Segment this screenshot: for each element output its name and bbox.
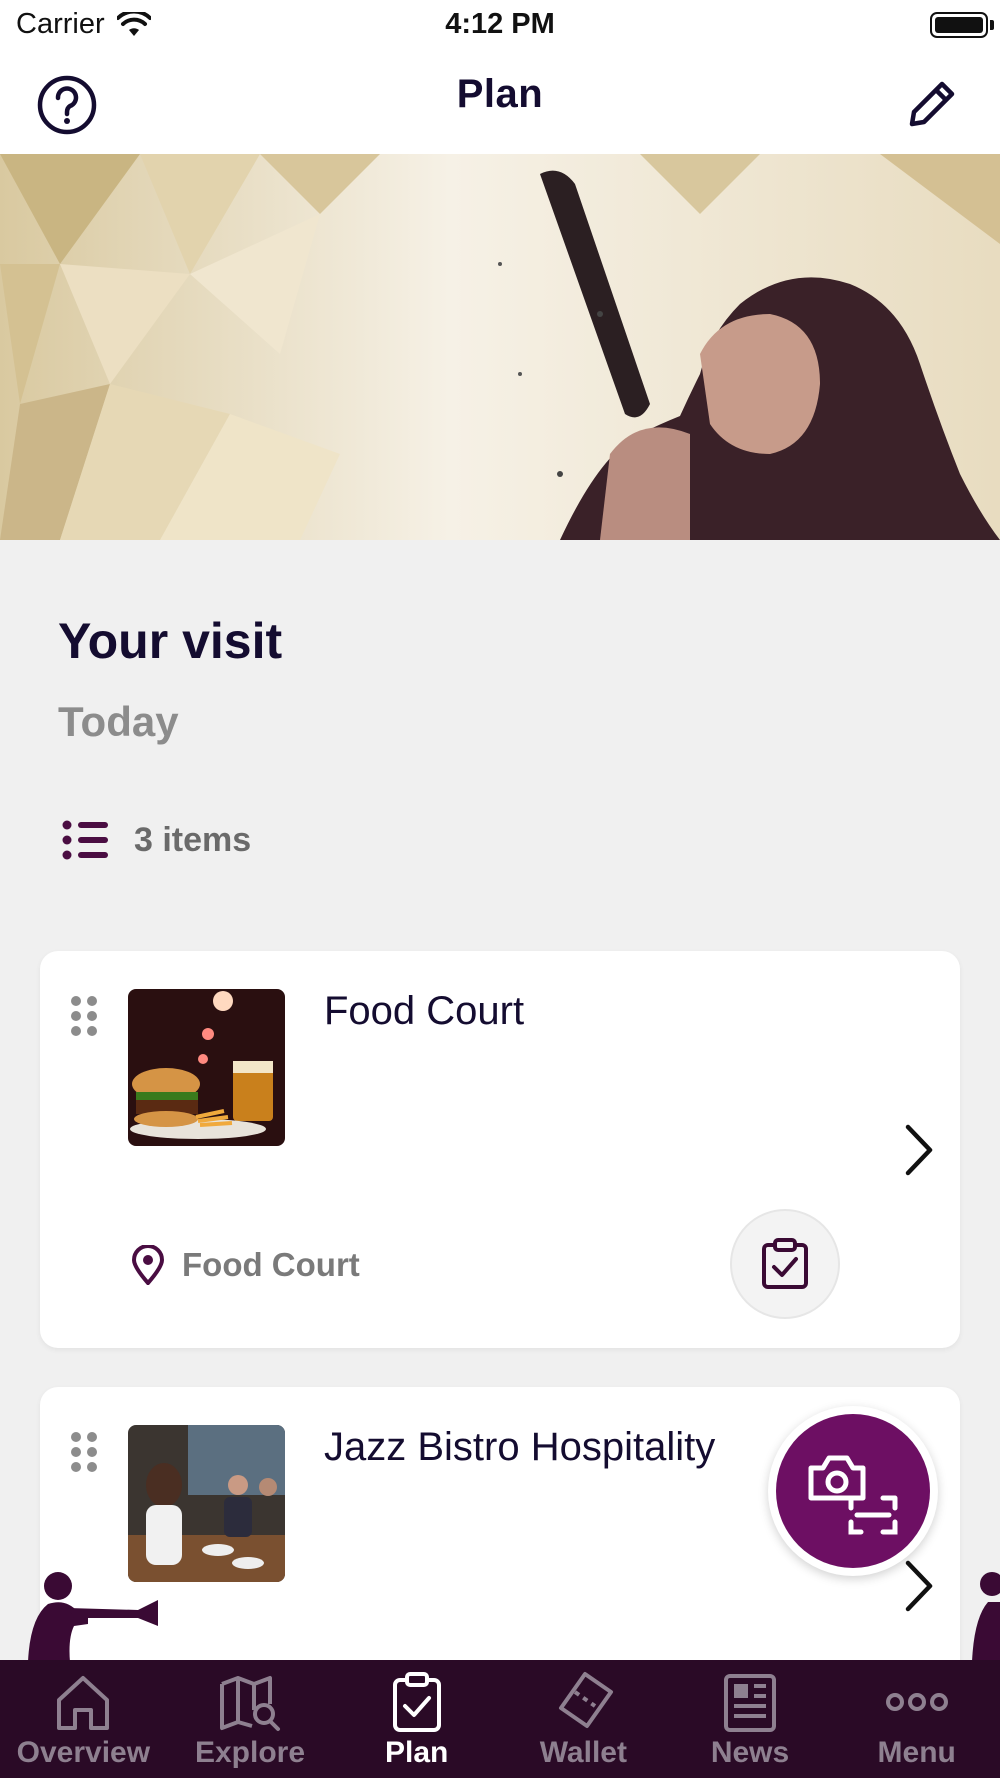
navigation-bar: Plan [0,52,1000,154]
items-count: 3 items [134,820,252,859]
location-label: Food Court [182,1246,360,1283]
location-pin-icon [132,1245,164,1285]
item-title: Food Court [324,989,525,1033]
drag-handle-icon[interactable] [70,995,98,1037]
tab-overview[interactable]: Overview [0,1660,167,1778]
camera-scan-icon [808,1455,898,1535]
status-bar: Carrier 4:12 PM [0,0,1000,52]
trumpet-player-silhouette [28,1572,158,1662]
item-title: Jazz Bistro Hospitality [324,1425,716,1469]
newspaper-icon [724,1674,777,1732]
status-time: 4:12 PM [445,8,555,40]
drag-handle-icon[interactable] [70,1431,98,1473]
musician-silhouette [972,1572,1000,1662]
item-thumbnail [128,989,285,1146]
tab-explore[interactable]: Explore [167,1660,334,1778]
clipboard-check-icon [762,1238,808,1289]
tab-menu[interactable]: Menu [833,1660,1000,1778]
edit-pencil-icon[interactable] [902,74,962,134]
chevron-right-icon[interactable] [902,1123,936,1177]
list-item[interactable]: Food Court Food Court [40,951,960,1348]
tab-plan[interactable]: Plan [333,1660,500,1778]
items-summary: 3 items [62,820,251,860]
map-search-icon [220,1676,280,1731]
list-icon [62,820,108,860]
more-dots-icon [885,1693,948,1711]
visit-title: Your visit [58,613,283,669]
home-icon [57,1676,110,1730]
item-location: Food Court [132,1245,360,1285]
battery-icon [930,12,988,38]
hero-banner-image [0,154,1000,540]
tab-news[interactable]: News [667,1660,834,1778]
tab-wallet[interactable]: Wallet [500,1660,667,1778]
ticket-icon [559,1672,614,1728]
visit-date: Today [58,698,179,745]
page-title: Plan [456,72,544,116]
item-thumbnail [128,1425,285,1582]
chevron-right-icon[interactable] [902,1559,936,1613]
scan-fab-button[interactable] [768,1406,938,1576]
clipboard-check-icon [392,1672,441,1732]
tab-bar: Overview Explore Plan Wallet News Menu [0,1660,1000,1778]
checklist-button[interactable] [730,1209,840,1319]
